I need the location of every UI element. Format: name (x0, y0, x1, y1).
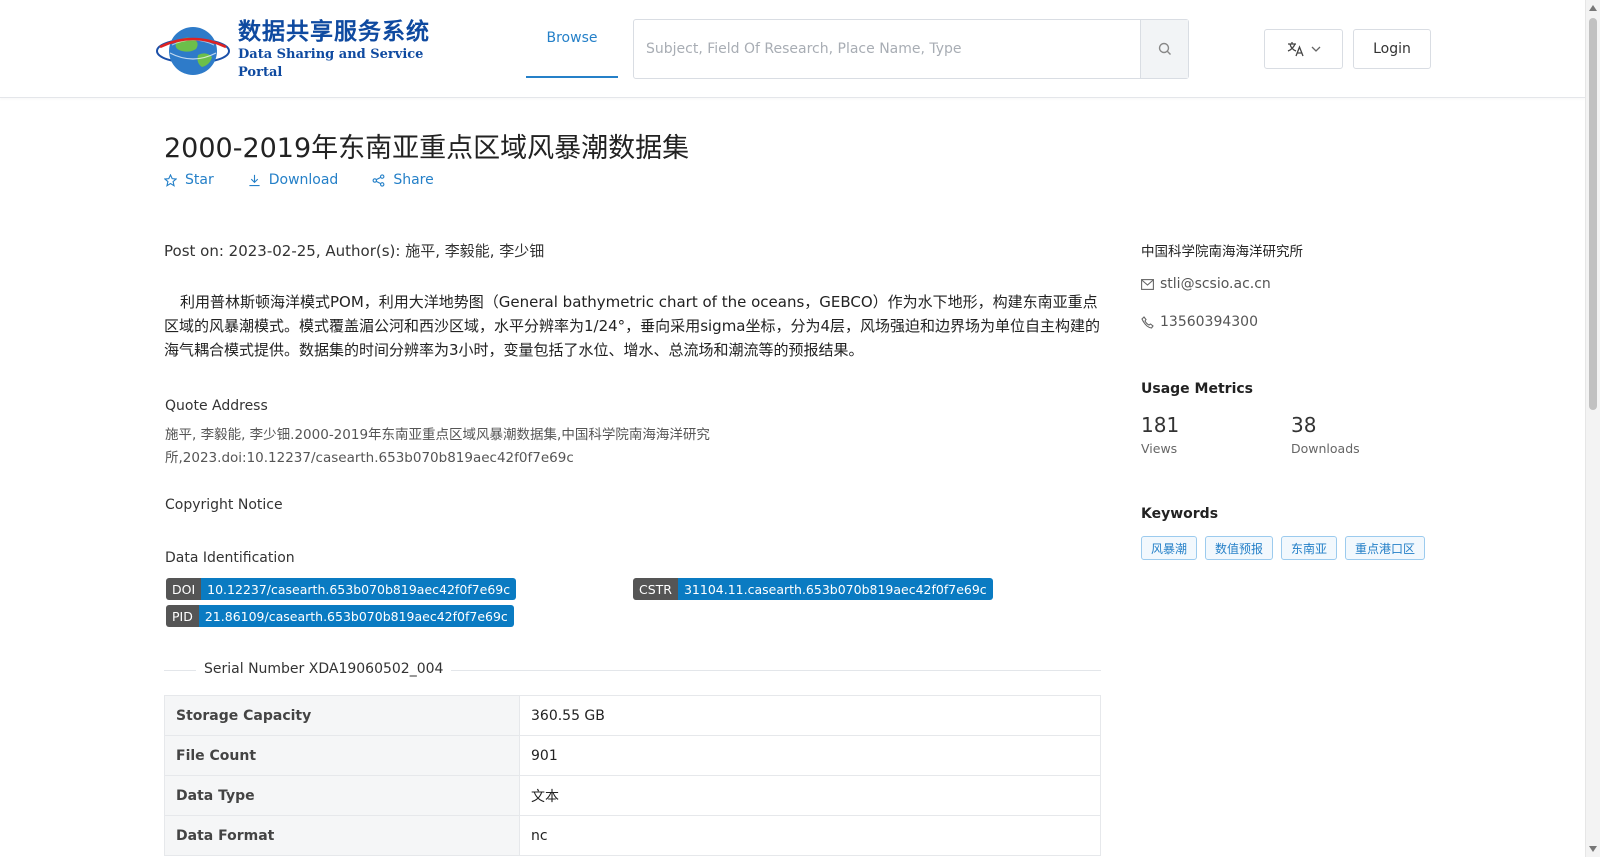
table-row: File Count 901 (164, 735, 1101, 776)
cstr-badge-value: 31104.11.casearth.653b070b819aec42f0f7e6… (677, 578, 993, 600)
table-key: Data Type (164, 775, 520, 816)
copyright-notice-heading[interactable]: Copyright Notice (165, 497, 283, 513)
table-row: Data Type 文本 (164, 775, 1101, 816)
usage-metrics-heading: Usage Metrics (1141, 381, 1253, 397)
pid-badge-value: 21.86109/casearth.653b070b819aec42f0f7e6… (198, 605, 514, 627)
logo-english-text: Data Sharing and Service Portal (238, 47, 424, 80)
keyword-tags: 风暴潮 数值预报 东南亚 重点港口区 (1141, 536, 1426, 560)
table-key: File Count (164, 735, 520, 776)
share-label: Share (393, 172, 434, 188)
table-value: 901 (519, 735, 1101, 776)
scroll-down-arrow[interactable] (1589, 846, 1597, 852)
nav-browse-tab[interactable]: Browse (526, 0, 618, 78)
translate-icon (1287, 42, 1304, 57)
star-button[interactable]: Star (164, 172, 214, 188)
download-button[interactable]: Download (248, 172, 339, 188)
table-value: 360.55 GB (519, 695, 1101, 736)
logo-chinese-text: 数据共享服务系统 (238, 19, 430, 45)
keyword-tag[interactable]: 风暴潮 (1141, 536, 1198, 560)
doi-badge-value: 10.12237/casearth.653b070b819aec42f0f7e6… (201, 578, 517, 600)
top-header: 数据共享服务系统 Data Sharing and Service Portal… (0, 0, 1585, 98)
quote-address-heading: Quote Address (165, 398, 268, 414)
keyword-tag[interactable]: 数值预报 (1205, 536, 1274, 560)
organization-name: 中国科学院南海海洋研究所 (1141, 244, 1303, 260)
cstr-badge[interactable]: CSTR 31104.11.casearth.653b070b819aec42f… (633, 578, 993, 600)
table-row: Storage Capacity 360.55 GB (164, 695, 1101, 736)
email-text: stli@scsio.ac.cn (1160, 276, 1271, 292)
download-label: Download (268, 172, 339, 188)
pid-badge[interactable]: PID 21.86109/casearth.653b070b819aec42f0… (166, 605, 514, 627)
scroll-up-arrow[interactable] (1589, 5, 1597, 11)
keyword-tag[interactable]: 东南亚 (1281, 536, 1338, 560)
language-switcher[interactable] (1264, 29, 1343, 69)
dataset-info-table: Storage Capacity 360.55 GB File Count 90… (164, 695, 1101, 856)
star-icon (164, 173, 177, 187)
quote-address-text: 施平, 李毅能, 李少钿.2000-2019年东南亚重点区域风暴潮数据集,中国科… (165, 427, 710, 466)
search-icon (1158, 42, 1171, 55)
star-label: Star (185, 172, 214, 188)
pid-badge-key: PID (166, 605, 199, 627)
table-key: Storage Capacity (164, 695, 520, 736)
site-logo[interactable]: 数据共享服务系统 Data Sharing and Service Portal (154, 19, 439, 80)
phone-icon (1141, 315, 1154, 329)
doi-badge-key: DOI (166, 578, 202, 600)
search-input[interactable] (634, 20, 1140, 78)
share-button[interactable]: Share (372, 172, 434, 188)
share-icon (372, 173, 385, 187)
downloads-label: Downloads (1291, 441, 1360, 456)
serial-number: Serial Number XDA19060502_004 (196, 661, 452, 677)
doi-badge[interactable]: DOI 10.12237/casearth.653b070b819aec42f0… (166, 578, 517, 600)
data-identification-heading: Data Identification (165, 550, 295, 566)
dataset-actions: Star Download Share (164, 172, 434, 188)
page-scrollbar[interactable] (1585, 0, 1600, 857)
views-label: Views (1141, 441, 1178, 456)
globe-logo-icon (154, 21, 232, 79)
mail-icon (1141, 278, 1154, 290)
keyword-tag[interactable]: 重点港口区 (1345, 536, 1426, 560)
table-key: Data Format (164, 815, 520, 856)
download-icon (249, 174, 260, 186)
views-count: 181 (1141, 413, 1180, 437)
downloads-count: 38 (1291, 413, 1317, 437)
search-bar (633, 19, 1189, 79)
dataset-abstract: 利用普林斯顿海洋模式POM，利用大洋地势图（General bathymetri… (164, 293, 1101, 359)
search-button[interactable] (1140, 20, 1188, 78)
downloads-metric: 38 Downloads (1291, 413, 1360, 456)
scroll-thumb[interactable] (1589, 18, 1597, 410)
views-metric: 181 Views (1141, 413, 1179, 456)
table-value: 文本 (519, 775, 1101, 816)
login-button[interactable]: Login (1353, 29, 1431, 69)
keywords-heading: Keywords (1141, 506, 1219, 522)
chevron-down-icon (1311, 46, 1320, 52)
contact-phone: 13560394300 (1141, 314, 1258, 330)
table-row: Data Format nc (164, 815, 1101, 856)
post-info: Post on: 2023-02-25, Author(s): 施平, 李毅能,… (164, 242, 545, 260)
phone-text: 13560394300 (1160, 314, 1258, 330)
table-value: nc (519, 815, 1101, 856)
dataset-title: 2000-2019年东南亚重点区域风暴潮数据集 (164, 133, 690, 164)
contact-email[interactable]: stli@scsio.ac.cn (1141, 276, 1271, 292)
cstr-badge-key: CSTR (633, 578, 678, 600)
